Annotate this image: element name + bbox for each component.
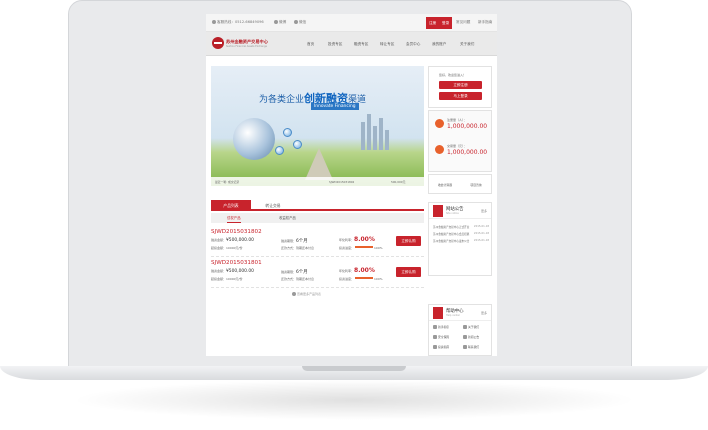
product-subtabs: 债权产品 收益权产品: [211, 213, 424, 223]
notice-item[interactable]: 苏州金融资产交易中心发布公告 2015-01-18: [433, 239, 489, 243]
consult-link[interactable]: 项目咨询: [461, 178, 491, 192]
globe-graphic: [233, 118, 275, 160]
banner-subtitle: Innovate Financing: [311, 103, 359, 110]
city-skyline: [373, 126, 377, 150]
register-link[interactable]: 注册: [426, 17, 440, 29]
nav-member[interactable]: 会员中心: [406, 42, 420, 47]
lock-icon: [433, 335, 437, 339]
main-nav: 苏州金融资产交易中心 Suzhou Financial Assets Excha…: [206, 32, 497, 56]
city-skyline: [379, 118, 383, 150]
notice-panel: 网站公告 Site notice 更多 苏州金融资产交易中心正式开业 2015-0…: [428, 202, 492, 276]
info-icon: [463, 325, 467, 329]
product-min: 起投金额：10000元/份: [211, 277, 243, 281]
nav-invest[interactable]: 投资专区: [328, 42, 342, 47]
wechat-icon: [294, 20, 298, 24]
help-item[interactable]: 新手指引: [433, 325, 449, 329]
faq-link[interactable]: 常见问题: [456, 20, 470, 25]
product-term: 6个月: [296, 239, 308, 244]
help-item[interactable]: 联系我们: [463, 345, 479, 349]
nav-about[interactable]: 关于我们: [460, 42, 474, 47]
tools-panel: 收益计算器 项目咨询: [428, 174, 492, 194]
hotline: 客服热线：0512-66849096: [212, 20, 264, 25]
laptop-notch: [302, 366, 406, 371]
weibo-icon: [274, 20, 278, 24]
product-amount: ¥500,000.00: [226, 238, 254, 243]
trade-volume: 1,000,000.00: [447, 149, 488, 156]
help-panel: 帮助中心 Help center 更多 新手指引 关于我们 安全保障 新闻公告 …: [428, 304, 492, 356]
product-rate: 8.00%: [354, 267, 375, 274]
notice-item[interactable]: 苏州金融资产交易中心会员招募 2015-01-18: [433, 232, 489, 236]
logo-subtext: Suzhou Financial Assets Exchange: [226, 45, 267, 48]
road-graphic: [305, 148, 333, 180]
money-icon: [435, 145, 444, 154]
product-rate: 8.00%: [354, 236, 375, 243]
help-item[interactable]: 投资指南: [433, 345, 449, 349]
notice-more-link[interactable]: 更多: [481, 209, 487, 213]
product-repay: 还款方式：到期还本付息: [281, 277, 315, 281]
more-products-link[interactable]: 查看更多产品列表: [292, 292, 321, 296]
weibo-link[interactable]: 微博: [274, 20, 286, 25]
calculator-link[interactable]: 收益计算器: [430, 178, 460, 192]
help-icon: [433, 307, 443, 319]
notice-item[interactable]: 苏州金融资产交易中心正式开业 2015-01-18: [433, 225, 489, 229]
guide-icon: [433, 345, 437, 349]
notice-header: 网站公告 Site notice 更多: [429, 203, 491, 219]
subtab-debt[interactable]: 债权产品: [227, 213, 241, 223]
product-repay: 还款方式：到期还本付息: [281, 246, 315, 250]
progress-bar: [355, 277, 374, 279]
login-link[interactable]: 登录: [439, 17, 453, 29]
register-count: 1,000,000.00: [447, 123, 488, 130]
product-min: 起投金额：10000元/份: [211, 246, 243, 250]
product-term: 6个月: [296, 270, 308, 275]
contact-icon: [463, 345, 467, 349]
subtab-income[interactable]: 收益权产品: [279, 213, 296, 223]
nav-home[interactable]: 首页: [307, 42, 314, 47]
coin-icon: [275, 146, 284, 155]
product-card: SJWD2015031802 融资金额：¥500,000.00 起投金额：100…: [211, 227, 424, 257]
product-code[interactable]: SJWD2015031801: [211, 260, 262, 266]
login-panel: 您好，欢迎您进入！ 立即注册 马上登录: [428, 66, 492, 108]
register-button[interactable]: 立即注册: [439, 81, 482, 89]
laptop-shadow: [70, 380, 638, 420]
product-card: SJWD2015031801 融资金额：¥500,000.00 起投金额：100…: [211, 258, 424, 288]
city-skyline: [367, 114, 371, 150]
news-icon: [463, 335, 467, 339]
nav-financing[interactable]: 融资专区: [354, 42, 368, 47]
subscribe-button[interactable]: 立即认购: [396, 236, 421, 246]
help-more-link[interactable]: 更多: [481, 311, 487, 315]
coin-icon: [293, 140, 302, 149]
help-item[interactable]: 新闻公告: [463, 335, 479, 339]
laptop-mockup: 客服热线：0512-66849096 微博 微信 注册 登录 常见问题 新手指南…: [0, 0, 708, 430]
progress-bar: [355, 246, 374, 248]
help-item[interactable]: 安全保障: [433, 335, 449, 339]
more-icon: [292, 292, 296, 296]
banner-ticker: 最近一笔: 成交记录 SJWD2015031802 500,000元: [211, 177, 424, 186]
users-icon: [435, 119, 444, 128]
twitter-bird-icon: [433, 205, 443, 217]
website-screen: 客服热线：0512-66849096 微博 微信 注册 登录 常见问题 新手指南…: [206, 14, 497, 356]
welcome-text: 您好，欢迎您进入！: [439, 73, 467, 77]
login-button[interactable]: 马上登录: [439, 92, 482, 100]
help-item[interactable]: 关于我们: [463, 325, 479, 329]
product-tabs: 产品列表 转让交易: [211, 200, 424, 211]
product-amount: ¥500,000.00: [226, 269, 254, 274]
city-skyline: [361, 122, 365, 150]
city-skyline: [385, 130, 389, 150]
help-header: 帮助中心 Help center 更多: [429, 305, 491, 321]
top-bar: 客服热线：0512-66849096 微博 微信 注册 登录 常见问题 新手指南: [206, 14, 497, 32]
nav-account[interactable]: 我的账户: [432, 42, 446, 47]
coin-icon: [283, 128, 292, 137]
stats-panel: 注册量（人）： 1,000,000.00 交易量（元）： 1,000,000.0…: [428, 110, 492, 172]
wechat-link[interactable]: 微信: [294, 20, 306, 25]
nav-transfer[interactable]: 转让专区: [380, 42, 394, 47]
subscribe-button[interactable]: 立即认购: [396, 267, 421, 277]
tab-transfer[interactable]: 转让交易: [253, 200, 293, 211]
user-icon: [433, 325, 437, 329]
novice-link[interactable]: 新手指南: [478, 20, 492, 25]
tab-product-list[interactable]: 产品列表: [211, 200, 251, 211]
logo-icon[interactable]: [212, 37, 224, 49]
product-code[interactable]: SJWD2015031802: [211, 229, 262, 235]
phone-icon: [212, 20, 216, 24]
hero-banner[interactable]: 为各类企业创新融资渠道 Innovate Financing 最近一笔: 成交记…: [211, 66, 424, 186]
